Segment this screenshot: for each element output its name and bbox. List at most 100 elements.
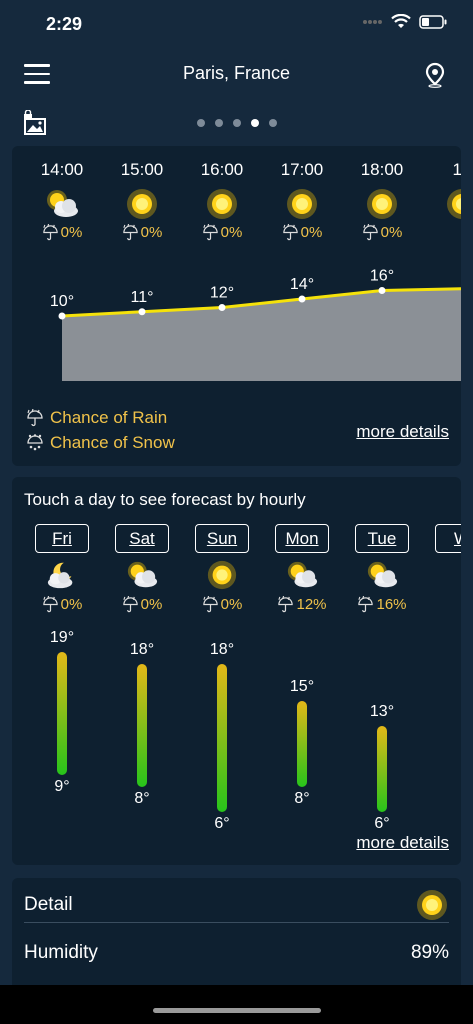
temperature-label: 14° bbox=[290, 276, 314, 293]
high-temp: 19° bbox=[49, 629, 75, 646]
umbrella-rain-icon bbox=[122, 596, 138, 613]
status-time: 2:29 bbox=[46, 14, 83, 34]
page-indicator[interactable] bbox=[0, 119, 473, 127]
temperature-area bbox=[62, 288, 461, 381]
high-temp: 13° bbox=[369, 702, 395, 720]
high-temp: 18° bbox=[129, 641, 155, 659]
partly-cloudy-icon bbox=[282, 559, 322, 593]
legend-snow-label: Chance of Snow bbox=[50, 433, 175, 452]
umbrella-rain-icon bbox=[202, 596, 218, 613]
low-temp: 8° bbox=[294, 790, 310, 808]
sun-icon bbox=[282, 187, 322, 221]
sun-icon bbox=[122, 187, 162, 221]
day-column[interactable]: Mon 12% bbox=[262, 524, 342, 613]
daily-more-details-link[interactable]: more details bbox=[356, 833, 449, 853]
page-dot[interactable] bbox=[196, 119, 205, 127]
temperature-range-bar bbox=[217, 664, 227, 812]
daily-title: Touch a day to see forecast by hourly bbox=[24, 490, 306, 509]
hour-precip: 0% bbox=[102, 224, 182, 241]
umbrella-rain-icon bbox=[362, 224, 378, 241]
day-button[interactable]: Mon bbox=[275, 524, 329, 553]
umbrella-rain-icon bbox=[42, 224, 58, 241]
hour-precip-value: 0% bbox=[60, 224, 83, 241]
day-column[interactable]: Fri 0% bbox=[22, 524, 102, 613]
day-button[interactable]: Sat bbox=[115, 524, 169, 553]
temperature-range-bar bbox=[137, 664, 147, 788]
hour-precip: 0% bbox=[182, 224, 262, 241]
hour-precip-value: 0% bbox=[140, 224, 163, 241]
hour-column: 18:00 0% bbox=[342, 160, 422, 241]
cellular-signal-icon bbox=[363, 19, 382, 24]
temperature-point bbox=[378, 287, 386, 294]
temperature-point bbox=[298, 295, 306, 303]
temperature-label: 11° bbox=[130, 289, 153, 306]
hour-precip-value: 0% bbox=[300, 224, 323, 241]
temperature-range-bar bbox=[57, 652, 67, 775]
humidity-row: Humidity 89% bbox=[24, 942, 449, 964]
umbrella-rain-icon bbox=[42, 596, 58, 613]
low-temp: 9° bbox=[54, 778, 70, 795]
temperature-point bbox=[138, 308, 146, 316]
temperature-label: 10° bbox=[50, 293, 74, 310]
daily-forecast-card: Touch a day to see forecast by hourly Fr… bbox=[12, 477, 461, 865]
day-precip: 0% bbox=[182, 596, 262, 613]
day-column[interactable]: Sat 0% bbox=[102, 524, 182, 613]
hour-time: 19 bbox=[452, 160, 461, 179]
day-precip-value: 0% bbox=[60, 596, 83, 613]
hour-precip: 0% bbox=[342, 224, 422, 241]
day-precip: 0% bbox=[102, 596, 182, 613]
battery-icon bbox=[419, 14, 447, 29]
day-button[interactable]: W bbox=[435, 524, 461, 553]
day-precip-value: 0% bbox=[220, 596, 243, 613]
temperature-range-bar bbox=[297, 701, 307, 788]
temperature-label: 12° bbox=[210, 285, 234, 302]
day-precip: 16% bbox=[342, 596, 422, 613]
hour-column: 15:00 0% bbox=[102, 160, 182, 241]
umbrella-rain-icon bbox=[202, 224, 218, 241]
high-temp: 15° bbox=[289, 678, 315, 696]
day-column[interactable]: W bbox=[422, 524, 461, 596]
hourly-more-details-link[interactable]: more details bbox=[356, 422, 449, 442]
page-dot[interactable] bbox=[232, 119, 241, 127]
hourly-forecast-card: 14:00 0% 15:00 0% 16:00 0% 17:00 0% 18:00 0%… bbox=[12, 146, 461, 466]
location-pin-icon[interactable] bbox=[424, 62, 446, 93]
day-button[interactable]: Fri bbox=[35, 524, 89, 553]
temperature-point bbox=[218, 304, 226, 311]
umbrella-rain-icon bbox=[358, 596, 374, 613]
day-precip-value: 12% bbox=[296, 596, 327, 613]
humidity-label: Humidity bbox=[24, 942, 98, 963]
day-column[interactable]: Tue 16% bbox=[342, 524, 422, 613]
low-temp: 6° bbox=[214, 814, 230, 832]
day-precip: 12% bbox=[262, 596, 342, 613]
day-button[interactable]: Sun bbox=[195, 524, 249, 553]
page-dot[interactable] bbox=[268, 119, 277, 127]
high-temp: 18° bbox=[209, 641, 235, 659]
detail-header: Detail bbox=[24, 888, 449, 922]
status-icons bbox=[363, 14, 447, 29]
day-precip-value: 16% bbox=[376, 596, 407, 613]
legend-rain: Chance of Rain bbox=[26, 408, 167, 428]
page-dot[interactable] bbox=[214, 119, 223, 127]
sun-icon bbox=[202, 187, 242, 221]
day-precip: 0% bbox=[22, 596, 102, 613]
day-precip-value: 0% bbox=[140, 596, 163, 613]
temperature-line bbox=[61, 287, 461, 318]
hour-precip-value: 0% bbox=[220, 224, 243, 241]
hour-time: 18:00 bbox=[360, 160, 404, 179]
hour-time: 17:00 bbox=[280, 160, 324, 179]
sun-icon bbox=[417, 890, 447, 920]
home-indicator[interactable] bbox=[153, 1008, 321, 1013]
hour-precip: 0% bbox=[262, 224, 342, 241]
day-column[interactable]: Sun 0% bbox=[182, 524, 262, 613]
wifi-icon bbox=[391, 14, 411, 28]
page-dot[interactable] bbox=[250, 119, 259, 127]
hour-time: 15:00 bbox=[120, 160, 164, 179]
legend-snow: Chance of Snow bbox=[26, 433, 175, 453]
low-temp: 8° bbox=[134, 790, 150, 808]
hour-column: 16:00 0% bbox=[182, 160, 262, 241]
hour-time: 16:00 bbox=[200, 160, 244, 179]
bottom-bar bbox=[0, 985, 473, 1024]
partly-cloudy-icon bbox=[122, 559, 162, 593]
day-button[interactable]: Tue bbox=[355, 524, 409, 553]
weather-icon bbox=[442, 559, 461, 593]
